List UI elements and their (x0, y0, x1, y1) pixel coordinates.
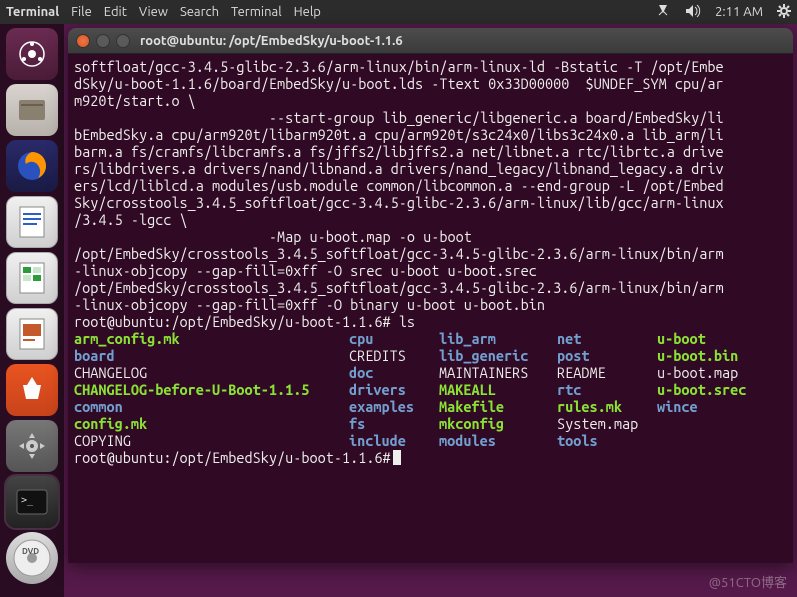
menu-view[interactable]: View (139, 5, 168, 19)
launcher-dash[interactable] (6, 28, 58, 80)
clock[interactable]: 2:11 AM (715, 5, 763, 19)
ls-entry: u-boot.srec (657, 381, 746, 398)
ls-entry: COPYING (74, 432, 349, 449)
ls-entry: examples (349, 398, 439, 415)
scrollback-text: softfloat/gcc-3.4.5-glibc-2.3.6/arm-linu… (74, 58, 724, 313)
titlebar[interactable]: root@ubuntu: /opt/EmbedSky/u-boot-1.1.6 (68, 28, 793, 54)
app-area: root@ubuntu: /opt/EmbedSky/u-boot-1.1.6 … (64, 24, 797, 597)
launcher-dvd[interactable]: DVD (6, 532, 58, 584)
launcher-firefox[interactable] (6, 140, 58, 192)
ls-entry: arm_config.mk (74, 330, 349, 347)
ls-output: arm_config.mkboardCHANGELOGCHANGELOG-bef… (74, 330, 787, 449)
close-icon[interactable] (76, 34, 90, 48)
ls-entry: CHANGELOG (74, 364, 349, 381)
prompt-2: root@ubuntu:/opt/EmbedSky/u-boot-1.1.6# (74, 449, 391, 466)
top-panel: Terminal File Edit View Search Terminal … (0, 0, 797, 24)
ls-entry: tools (557, 432, 657, 449)
ls-entry: doc (349, 364, 439, 381)
ls-entry: System.map (557, 415, 657, 432)
ls-entry: common (74, 398, 349, 415)
terminal-window: root@ubuntu: /opt/EmbedSky/u-boot-1.1.6 … (68, 28, 793, 563)
ls-entry: CREDITS (349, 347, 439, 364)
ls-entry: u-boot.map (657, 364, 746, 381)
ls-entry: u-boot (657, 330, 746, 347)
ls-entry: README (557, 364, 657, 381)
window-title: root@ubuntu: /opt/EmbedSky/u-boot-1.1.6 (140, 34, 403, 48)
ls-entry: CHANGELOG-before-U-Boot-1.1.5 (74, 381, 349, 398)
ls-entry: MAINTAINERS (439, 364, 557, 381)
ls-entry: wince (657, 398, 746, 415)
gear-icon[interactable] (777, 4, 791, 21)
menu-file[interactable]: File (71, 5, 92, 19)
menubar: File Edit View Search Terminal Help (71, 5, 321, 19)
ls-entry: u-boot.bin (657, 347, 746, 364)
ls-entry: net (557, 330, 657, 347)
svg-text:DVD: DVD (22, 547, 39, 556)
ls-entry: cpu (349, 330, 439, 347)
cmd-ls: ls (399, 313, 415, 330)
watermark: @51CTO博客 (709, 572, 787, 591)
sound-icon[interactable] (685, 4, 701, 21)
maximize-icon[interactable] (116, 34, 130, 48)
launcher-files[interactable] (6, 84, 58, 136)
launcher: >_ DVD (0, 24, 64, 597)
ls-entry: lib_generic (439, 347, 557, 364)
ls-entry: lib_arm (439, 330, 557, 347)
svg-text:>_: >_ (21, 495, 34, 506)
ls-entry: rtc (557, 381, 657, 398)
ls-entry: config.mk (74, 415, 349, 432)
cursor (393, 450, 401, 465)
launcher-settings[interactable] (6, 420, 58, 472)
ls-entry: modules (439, 432, 557, 449)
ls-entry: drivers (349, 381, 439, 398)
launcher-impress[interactable] (6, 308, 58, 360)
app-name: Terminal (6, 5, 59, 19)
prompt-1: root@ubuntu:/opt/EmbedSky/u-boot-1.1.6# (74, 313, 391, 330)
menu-search[interactable]: Search (180, 5, 219, 19)
network-icon[interactable] (655, 5, 671, 20)
menu-help[interactable]: Help (294, 5, 321, 19)
ls-entry: post (557, 347, 657, 364)
terminal-body[interactable]: softfloat/gcc-3.4.5-glibc-2.3.6/arm-linu… (68, 54, 793, 563)
minimize-icon[interactable] (96, 34, 110, 48)
launcher-writer[interactable] (6, 196, 58, 248)
ls-entry: board (74, 347, 349, 364)
ls-entry: fs (349, 415, 439, 432)
ls-entry: MAKEALL (439, 381, 557, 398)
launcher-software[interactable] (6, 364, 58, 416)
ls-entry: Makefile (439, 398, 557, 415)
launcher-calc[interactable] (6, 252, 58, 304)
ls-entry: include (349, 432, 439, 449)
ls-entry: mkconfig (439, 415, 557, 432)
menu-terminal[interactable]: Terminal (231, 5, 282, 19)
menu-edit[interactable]: Edit (104, 5, 127, 19)
ls-entry: rules.mk (557, 398, 657, 415)
launcher-terminal[interactable]: >_ (6, 476, 58, 528)
